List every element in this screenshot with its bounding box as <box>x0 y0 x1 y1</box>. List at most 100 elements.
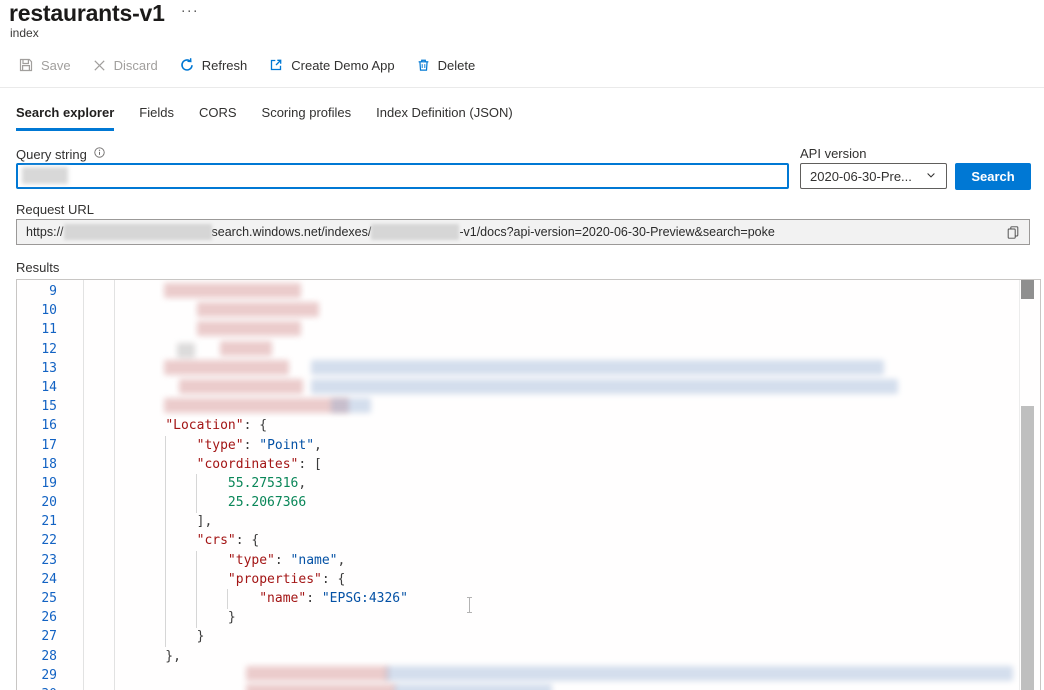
tab-cors[interactable]: CORS <box>199 105 237 131</box>
line-number: 21 <box>17 512 57 531</box>
redacted-content <box>311 360 884 375</box>
scrollbar-track <box>1019 280 1020 690</box>
line-number: 15 <box>17 397 57 416</box>
discard-button[interactable]: Discard <box>92 58 158 73</box>
command-bar: Save Discard Refresh Create Demo App Del… <box>18 57 475 73</box>
results-editor: 9101112131415161718192021222324252627282… <box>16 279 1041 690</box>
tab-scoring-profiles[interactable]: Scoring profiles <box>262 105 352 131</box>
redacted-query-text <box>22 167 68 184</box>
page-scrollbar-thumb[interactable] <box>1021 406 1034 690</box>
tab-index-definition-json[interactable]: Index Definition (JSON) <box>376 105 513 131</box>
request-url-suffix: -v1/docs?api-version=2020-06-30-Preview&… <box>459 225 774 239</box>
indent-guide <box>165 436 166 647</box>
editor-scrollbar-thumb[interactable] <box>1021 280 1034 299</box>
redacted-content <box>246 666 389 681</box>
redacted-content <box>220 341 272 356</box>
save-icon <box>18 57 34 73</box>
indent-guide <box>196 474 197 513</box>
line-number: 29 <box>17 666 57 685</box>
resource-type-label: index <box>10 26 39 40</box>
code-line: "type": "name", <box>134 551 408 570</box>
refresh-label: Refresh <box>202 58 248 73</box>
line-number: 14 <box>17 378 57 397</box>
line-number: 22 <box>17 531 57 550</box>
request-url-prefix: https:// <box>26 225 64 239</box>
save-label: Save <box>41 58 71 73</box>
line-number: 30 <box>17 685 57 690</box>
code-line: "type": "Point", <box>134 436 408 455</box>
redacted-content <box>164 283 301 298</box>
line-number: 24 <box>17 570 57 589</box>
toolbar-divider <box>0 87 1044 88</box>
code-line: "coordinates": [ <box>134 455 408 474</box>
line-number: 9 <box>17 282 57 301</box>
delete-label: Delete <box>438 58 476 73</box>
line-number: 16 <box>17 416 57 435</box>
query-string-label-row: Query string <box>16 146 106 162</box>
create-demo-app-button[interactable]: Create Demo App <box>268 57 394 73</box>
discard-label: Discard <box>114 58 158 73</box>
redacted-content <box>331 398 371 413</box>
refresh-button[interactable]: Refresh <box>179 57 248 73</box>
line-number: 10 <box>17 301 57 320</box>
tab-bar: Search explorer Fields CORS Scoring prof… <box>16 105 513 131</box>
search-button[interactable]: Search <box>955 163 1031 190</box>
request-url-label: Request URL <box>16 202 94 217</box>
results-gutter: 9101112131415161718192021222324252627282… <box>17 282 57 690</box>
gutter-divider <box>114 280 115 690</box>
header: restaurants-v1 ··· <box>9 0 199 27</box>
line-number: 28 <box>17 647 57 666</box>
query-string-input[interactable] <box>18 165 787 187</box>
indent-guide <box>227 589 228 609</box>
search-index-page: restaurants-v1 ··· index Save Discard Re… <box>0 0 1044 690</box>
line-number: 18 <box>17 455 57 474</box>
code-line: "name": "EPSG:4326" <box>134 589 408 608</box>
results-label: Results <box>16 260 59 275</box>
request-url-middle: search.windows.net/indexes/ <box>212 225 372 239</box>
redacted-content <box>197 321 301 336</box>
tab-fields[interactable]: Fields <box>139 105 174 131</box>
delete-button[interactable]: Delete <box>416 57 476 73</box>
refresh-icon <box>179 57 195 73</box>
more-options-button[interactable]: ··· <box>181 2 199 19</box>
redacted-content <box>164 360 289 375</box>
request-url-field: https:// search.windows.net/indexes/ -v1… <box>16 219 1030 245</box>
code-line: 25.2067366 <box>134 493 408 512</box>
line-number: 13 <box>17 359 57 378</box>
page-title: restaurants-v1 <box>9 0 165 27</box>
code-line: ], <box>134 512 408 531</box>
line-number: 27 <box>17 627 57 646</box>
info-icon[interactable] <box>93 146 106 162</box>
query-string-field <box>16 163 789 189</box>
code-line: } <box>134 627 408 646</box>
external-link-icon <box>268 57 284 73</box>
tab-search-explorer[interactable]: Search explorer <box>16 105 114 131</box>
redacted-content <box>386 666 1013 681</box>
code-line: 55.275316, <box>134 474 408 493</box>
code-line: } <box>134 608 408 627</box>
line-number: 20 <box>17 493 57 512</box>
api-version-dropdown[interactable]: 2020-06-30-Pre... <box>800 163 947 189</box>
chevron-down-icon <box>925 169 937 184</box>
create-demo-app-label: Create Demo App <box>291 58 394 73</box>
redacted-content <box>197 302 319 317</box>
line-number: 11 <box>17 320 57 339</box>
code-line: }, <box>134 647 408 666</box>
api-version-value: 2020-06-30-Pre... <box>810 169 912 184</box>
redacted-service-name <box>64 224 212 240</box>
line-number: 26 <box>17 608 57 627</box>
code-line: "crs": { <box>134 531 408 550</box>
discard-icon <box>92 58 107 73</box>
redacted-content <box>311 379 898 394</box>
api-version-label: API version <box>800 146 866 161</box>
copy-icon[interactable] <box>1006 225 1020 240</box>
redacted-content <box>177 343 195 358</box>
line-number: 25 <box>17 589 57 608</box>
line-number: 17 <box>17 436 57 455</box>
text-cursor <box>466 597 473 613</box>
code-line: "Location": { <box>134 416 408 435</box>
line-number: 19 <box>17 474 57 493</box>
save-button[interactable]: Save <box>18 57 71 73</box>
line-number: 12 <box>17 340 57 359</box>
line-number: 23 <box>17 551 57 570</box>
